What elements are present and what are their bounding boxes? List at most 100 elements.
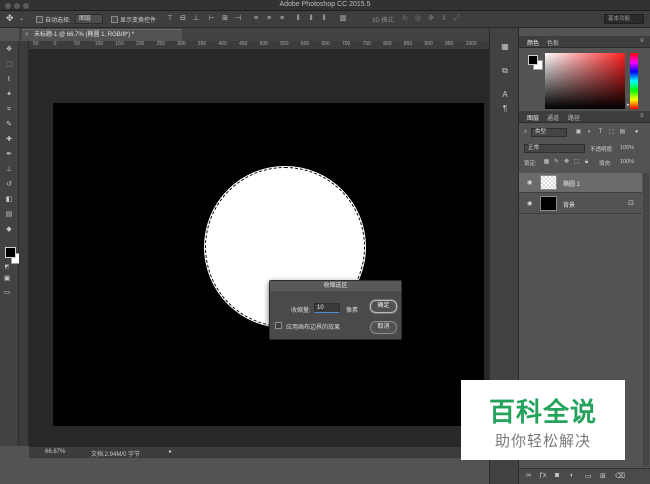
align-left-icon[interactable]: ⊢ — [208, 15, 216, 23]
auto-select-checkbox[interactable] — [36, 16, 43, 23]
layers-scrollbar[interactable] — [643, 173, 649, 467]
auto-align-icon[interactable]: ▥ — [339, 15, 347, 23]
3d-scale-icon[interactable]: ⤢ — [453, 15, 461, 23]
opacity-value[interactable]: 100% — [620, 145, 634, 151]
healing-brush-tool-icon[interactable]: ✚ — [5, 136, 13, 144]
crop-tool-icon[interactable]: ⌗ — [5, 106, 13, 114]
lock-artboard-icon[interactable]: ⬚ — [573, 159, 580, 166]
apply-canvas-bounds-checkbox[interactable] — [275, 322, 282, 329]
foreground-color-swatch[interactable] — [5, 247, 16, 258]
ruler-tick-label: 350 — [197, 41, 207, 47]
eraser-tool-icon[interactable]: ◧ — [5, 196, 13, 204]
filter-toggle-icon[interactable]: ● — [633, 129, 640, 136]
distribute-vcenter-icon[interactable]: ≡ — [265, 15, 273, 23]
character-panel-icon[interactable]: A — [500, 90, 510, 100]
blur-tool-icon[interactable]: ◆ — [5, 226, 13, 234]
canvas-workspace[interactable] — [29, 50, 489, 446]
screen-mode-icon[interactable]: ▭ — [3, 289, 11, 297]
ruler-tick-label: 550 — [280, 41, 289, 47]
distribute-top-icon[interactable]: ≡ — [252, 15, 260, 23]
visibility-eye-icon[interactable]: ◉ — [527, 200, 532, 207]
filter-pixel-icon[interactable]: ▣ — [575, 129, 582, 136]
horizontal-ruler[interactable]: 50 0 50 100 150 200 250 300 350 400 450 500 550 600 65… — [29, 41, 489, 50]
tab-channels[interactable]: 通道 — [547, 113, 559, 122]
tab-swatches[interactable]: 色板 — [547, 38, 559, 47]
tab-layers[interactable]: 图层 — [527, 113, 539, 122]
distribute-left-icon[interactable]: ⦀ — [294, 15, 302, 23]
ruler-tick-label: 450 — [239, 41, 248, 47]
lock-transparent-icon[interactable]: ▦ — [543, 159, 550, 166]
tab-color[interactable]: 颜色 — [527, 38, 539, 47]
3d-slide-icon[interactable]: ⇕ — [440, 15, 448, 23]
hue-slider-pointer-icon[interactable]: ▸ — [627, 102, 630, 108]
add-mask-icon[interactable]: ◙ — [555, 472, 559, 479]
properties-panel-icon[interactable]: ⧉ — [500, 66, 510, 76]
tool-preset-dropdown-icon[interactable]: ⌄ — [19, 15, 24, 22]
color-picker-field[interactable] — [545, 53, 625, 109]
align-hcenter-icon[interactable]: ⊞ — [221, 15, 229, 23]
ruler-tick-label: 800 — [383, 41, 392, 47]
filter-type-icon[interactable]: T — [597, 129, 604, 136]
3d-orbit-icon[interactable]: ↻ — [401, 15, 409, 23]
layers-panel-menu-icon[interactable]: ≡ — [640, 113, 644, 119]
distribute-right-icon[interactable]: ⦀ — [320, 15, 328, 23]
layer-filter-select[interactable]: 类型 — [531, 128, 567, 137]
status-menu-arrow[interactable]: ▸ — [169, 448, 172, 455]
vertical-ruler[interactable] — [19, 41, 29, 446]
align-right-icon[interactable]: ⊣ — [234, 15, 242, 23]
quick-mask-icon[interactable]: ▣ — [3, 275, 11, 283]
close-tab-icon[interactable]: × — [25, 30, 29, 41]
move-tool-icon[interactable]: ✥ — [6, 13, 14, 24]
history-brush-tool-icon[interactable]: ↺ — [5, 181, 13, 189]
new-group-icon[interactable]: ▭ — [585, 472, 592, 480]
marquee-tool-icon[interactable]: ⬚ — [5, 61, 13, 69]
cancel-button[interactable]: 取消 — [370, 321, 397, 334]
dialog-title: 收缩选区 — [270, 281, 401, 291]
blend-mode-select[interactable]: 正常 — [524, 144, 585, 153]
distribute-hcenter-icon[interactable]: ⦀ — [307, 15, 315, 23]
contract-by-input[interactable]: 10 — [314, 303, 340, 313]
3d-drag-icon[interactable]: ✥ — [427, 15, 435, 23]
distribute-bottom-icon[interactable]: ≡ — [278, 15, 286, 23]
fill-value[interactable]: 100% — [620, 159, 634, 165]
align-vcenter-icon[interactable]: ⊟ — [179, 15, 187, 23]
filter-shape-icon[interactable]: ⬚ — [608, 129, 615, 136]
gradient-tool-icon[interactable]: ▤ — [5, 211, 13, 219]
lock-position-icon[interactable]: ✥ — [563, 159, 570, 166]
layer-row-ellipse[interactable]: ◉ 椭圆 1 — [519, 173, 642, 193]
visibility-eye-icon[interactable]: ◉ — [527, 179, 532, 186]
lock-image-icon[interactable]: ✎ — [553, 159, 560, 166]
hue-slider[interactable] — [630, 53, 638, 109]
lock-all-icon[interactable]: 🔒︎ — [583, 159, 590, 166]
new-layer-icon[interactable]: ⊞ — [600, 472, 606, 480]
filter-smart-object-icon[interactable]: ▤ — [619, 129, 626, 136]
delete-layer-icon[interactable]: ⌫ — [615, 472, 625, 480]
align-top-icon[interactable]: ⊤ — [166, 15, 174, 23]
default-colors-icon[interactable]: ◩ — [3, 263, 11, 271]
3d-roll-icon[interactable]: ◎ — [414, 15, 422, 23]
auto-select-target-select[interactable]: 图层 — [75, 14, 103, 24]
new-adjustment-layer-icon[interactable]: ◐ — [570, 472, 574, 479]
ok-button[interactable]: 确定 — [370, 300, 397, 313]
align-bottom-icon[interactable]: ⊥ — [192, 15, 200, 23]
brush-tool-icon[interactable]: ✒ — [5, 151, 13, 159]
lasso-tool-icon[interactable]: ℓ — [5, 76, 13, 84]
color-panel-menu-icon[interactable]: ≡ — [640, 38, 644, 44]
layer-row-background[interactable]: ◉ 背景 ⊡ — [519, 194, 642, 214]
workspace-switcher[interactable]: 基本功能 — [604, 14, 644, 24]
zoom-level[interactable]: 66.67% — [45, 449, 65, 455]
history-panel-icon[interactable]: ▦ — [500, 42, 510, 52]
show-transform-checkbox[interactable] — [111, 16, 118, 23]
move-tool-icon[interactable]: ✥ — [5, 46, 13, 54]
tab-paths[interactable]: 路径 — [568, 113, 580, 122]
document-tab[interactable]: × 未标题-1 @ 66.7% (椭圆 1, RGB/8*) * — [22, 29, 182, 41]
clone-stamp-tool-icon[interactable]: ⊥ — [5, 166, 13, 174]
document-canvas[interactable] — [53, 103, 484, 426]
layer-style-icon[interactable]: ƒx — [539, 472, 546, 479]
eyedropper-tool-icon[interactable]: ✎ — [5, 121, 13, 129]
filter-adjustment-icon[interactable]: ◐ — [586, 129, 593, 136]
link-layers-icon[interactable]: ∞ — [526, 472, 531, 479]
color-panel-foreground-swatch[interactable] — [528, 55, 538, 65]
paragraph-panel-icon[interactable]: ¶ — [500, 104, 510, 114]
magic-wand-tool-icon[interactable]: ✦ — [5, 91, 13, 99]
